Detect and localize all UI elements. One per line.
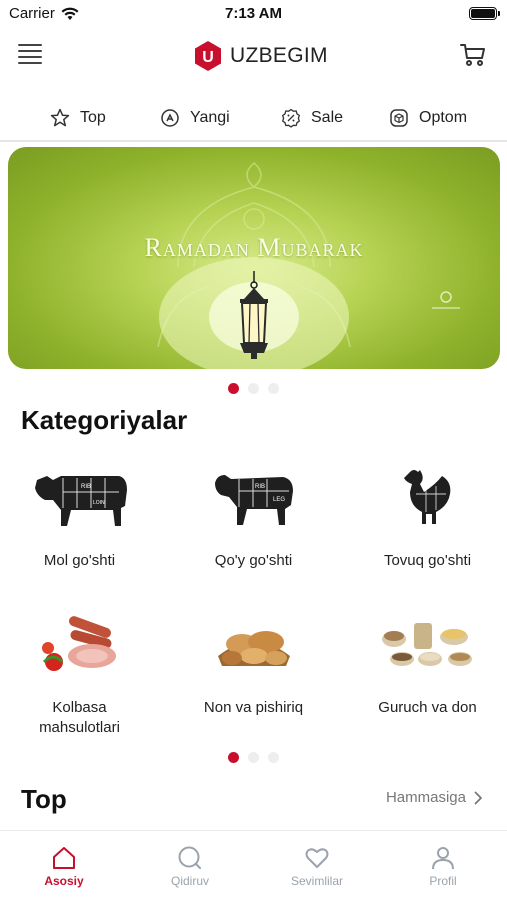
tabbar-home[interactable]: Asosiy xyxy=(1,845,127,888)
category-mol-goshti-label: Mol go'shti xyxy=(43,552,116,569)
categories-pagination xyxy=(0,752,507,763)
logo-text: UZBEGIM xyxy=(230,44,328,67)
tabbar-search[interactable]: Qidiruv xyxy=(127,845,253,888)
categories-dot-1[interactable] xyxy=(228,752,239,763)
banner-dot-2[interactable] xyxy=(248,383,259,394)
svg-text:RIB: RIB xyxy=(81,484,91,490)
category-kolbasa-label-line1: Kolbasa xyxy=(52,699,107,716)
svg-text:LEG: LEG xyxy=(273,497,285,503)
category-kolbasa[interactable]: Kolbasa mahsulotlari xyxy=(0,604,164,738)
bread-icon xyxy=(217,631,290,666)
svg-text:RIB: RIB xyxy=(255,484,265,490)
tabbar-search-label: Qidiruv xyxy=(170,874,209,888)
tab-sale[interactable]: Sale xyxy=(281,98,343,138)
hamburger-menu-icon[interactable] xyxy=(18,44,42,66)
status-bar: Carrier 7:13 AM xyxy=(0,0,507,28)
category-guruch-label: Guruch va don xyxy=(378,699,477,716)
tab-top[interactable]: Top xyxy=(50,98,106,138)
grain-icon xyxy=(381,623,472,666)
box-icon xyxy=(390,109,408,127)
star-icon xyxy=(50,108,70,127)
tab-optom-label: Optom xyxy=(419,109,468,126)
category-guruch[interactable]: Guruch va don xyxy=(343,604,507,718)
tabbar-favorites-label: Sevimlilar xyxy=(290,874,343,888)
top-section-title: Top xyxy=(21,784,67,814)
sheep-icon: RIB LEG xyxy=(214,475,293,525)
tabbar-home-label: Asosiy xyxy=(44,874,84,888)
category-tovuq-goshti[interactable]: Tovuq go'shti xyxy=(343,457,507,571)
tab-optom[interactable]: Optom xyxy=(389,98,467,138)
tabs-divider xyxy=(0,140,507,142)
banner-pagination xyxy=(0,383,507,394)
promo-banner[interactable]: Ramadan Mubarak xyxy=(8,147,500,369)
heart-icon xyxy=(305,848,329,868)
category-tovuq-goshti-label: Tovuq go'shti xyxy=(383,552,472,569)
app-screen: Carrier 7:13 AM U UZBEGIM Top Yangi Sale… xyxy=(0,0,507,900)
search-icon xyxy=(178,846,201,869)
sausage-icon xyxy=(41,616,116,671)
logo-letter: U xyxy=(202,49,214,66)
user-icon xyxy=(432,847,454,870)
battery-icon xyxy=(469,7,500,20)
logo-hexagon-icon: U xyxy=(195,41,221,71)
svg-text:LOIN: LOIN xyxy=(93,500,105,506)
tab-sale-label: Sale xyxy=(311,109,344,126)
home-icon xyxy=(53,847,75,869)
tab-top-label: Top xyxy=(80,109,106,126)
category-kolbasa-label: Kolbasa mahsulotlari xyxy=(0,698,164,738)
chevron-right-icon xyxy=(474,791,482,804)
new-badge-icon xyxy=(161,109,179,127)
banner-dot-3[interactable] xyxy=(268,383,279,394)
category-qoy-goshti[interactable]: RIB LEG Qo'y go'shti xyxy=(169,457,338,571)
tab-yangi-label: Yangi xyxy=(190,109,230,126)
category-non[interactable]: Non va pishiriq xyxy=(169,604,338,718)
tab-yangi[interactable]: Yangi xyxy=(160,98,230,138)
tabbar-profile[interactable]: Profil xyxy=(380,845,506,888)
tabbar-favorites[interactable]: Sevimlilar xyxy=(254,845,380,888)
see-all-link[interactable]: Hammasiga xyxy=(386,789,483,806)
percent-badge-icon xyxy=(281,108,301,128)
category-mol-goshti[interactable]: RIB LOIN Mol go'shti xyxy=(0,457,164,571)
app-header: U UZBEGIM xyxy=(0,30,507,80)
see-all-label: Hammasiga xyxy=(385,789,466,806)
bottom-tab-bar: Asosiy Qidiruv Sevimlilar Profil xyxy=(0,830,507,900)
status-time: 7:13 AM xyxy=(225,5,282,22)
category-qoy-goshti-label: Qo'y go'shti xyxy=(214,552,293,569)
cow-icon: RIB LOIN xyxy=(34,476,127,526)
quick-filter-tabs: Top Yangi Sale Optom xyxy=(0,98,507,138)
banner-dot-1[interactable] xyxy=(228,383,239,394)
banner-title: Ramadan Mubarak xyxy=(144,233,364,262)
category-non-label: Non va pishiriq xyxy=(203,699,304,716)
categories-title: Kategoriyalar xyxy=(21,405,188,435)
categories-dot-3[interactable] xyxy=(268,752,279,763)
tabbar-profile-label: Profil xyxy=(429,874,457,888)
category-kolbasa-label-line2: mahsulotlari xyxy=(39,719,120,736)
categories-dot-2[interactable] xyxy=(248,752,259,763)
brand-logo[interactable]: U UZBEGIM xyxy=(192,40,328,72)
cart-icon[interactable] xyxy=(459,41,487,69)
chicken-icon xyxy=(403,470,450,524)
